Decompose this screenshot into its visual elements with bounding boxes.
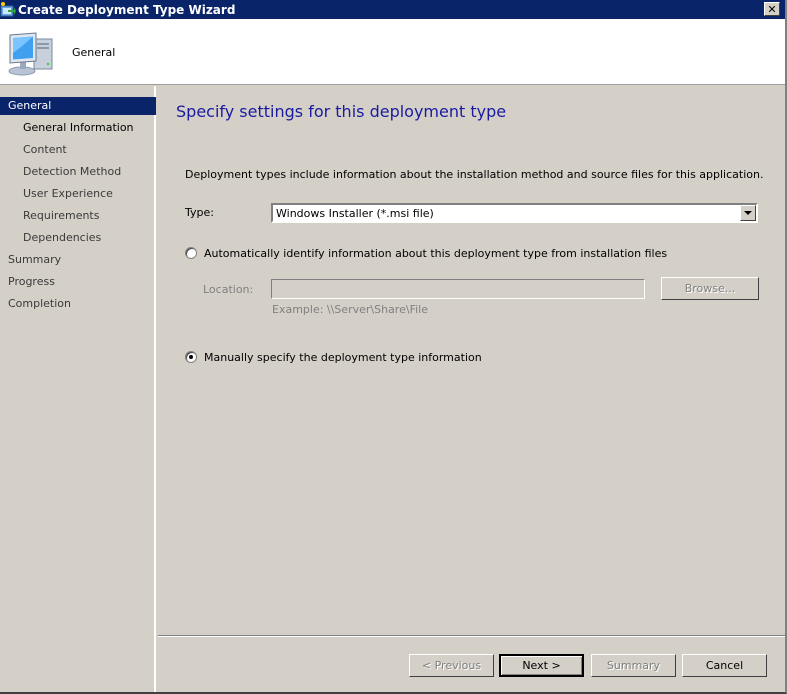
description-text: Deployment types include information abo… — [185, 168, 764, 181]
dropdown-arrow-button[interactable] — [740, 205, 756, 221]
window-title: Create Deployment Type Wizard — [18, 2, 236, 17]
location-label: Location: — [203, 283, 254, 296]
wizard-app-icon — [0, 1, 16, 18]
nav-step-progress[interactable]: Progress — [0, 273, 156, 291]
close-icon: ✕ — [767, 2, 777, 16]
location-input[interactable] — [271, 279, 645, 299]
auto-identify-label[interactable]: Automatically identify information about… — [204, 247, 667, 260]
close-button[interactable]: ✕ — [764, 2, 780, 16]
browse-button[interactable]: Browse... — [661, 277, 759, 300]
wizard-steps-nav: General General Information Content Dete… — [0, 86, 156, 692]
type-label: Type: — [185, 206, 214, 219]
page-title: Specify settings for this deployment typ… — [176, 102, 507, 121]
wizard-window: Create Deployment Type Wizard ✕ General … — [0, 0, 787, 694]
wizard-header: General — [0, 19, 785, 85]
summary-button[interactable]: Summary — [591, 654, 676, 677]
nav-step-detection-method[interactable]: Detection Method — [0, 163, 156, 181]
location-example-text: Example: \\Server\Share\File — [272, 303, 428, 316]
next-button[interactable]: Next > — [499, 654, 584, 677]
type-dropdown[interactable]: Windows Installer (*.msi file) — [271, 203, 758, 223]
type-dropdown-value: Windows Installer (*.msi file) — [276, 207, 434, 220]
footer-divider — [158, 635, 785, 637]
header-title: General — [72, 46, 116, 59]
nav-step-dependencies[interactable]: Dependencies — [0, 229, 156, 247]
title-bar: Create Deployment Type Wizard ✕ — [0, 0, 785, 19]
manual-specify-radio[interactable] — [185, 351, 197, 363]
chevron-down-icon — [744, 211, 752, 215]
nav-step-completion[interactable]: Completion — [0, 295, 156, 313]
auto-identify-radio[interactable] — [185, 247, 197, 259]
nav-step-requirements[interactable]: Requirements — [0, 207, 156, 225]
nav-step-general-information[interactable]: General Information — [0, 119, 156, 137]
computer-icon — [6, 29, 56, 77]
nav-step-content[interactable]: Content — [0, 141, 156, 159]
manual-specify-label[interactable]: Manually specify the deployment type inf… — [204, 351, 482, 364]
nav-step-summary[interactable]: Summary — [0, 251, 156, 269]
wizard-content: Specify settings for this deployment typ… — [158, 86, 785, 636]
previous-button[interactable]: < Previous — [409, 654, 494, 677]
nav-step-user-experience[interactable]: User Experience — [0, 185, 156, 203]
nav-step-general[interactable]: General — [0, 97, 156, 115]
cancel-button[interactable]: Cancel — [682, 654, 767, 677]
